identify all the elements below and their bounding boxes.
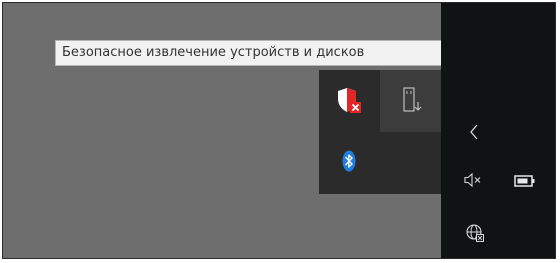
usb-safely-remove-icon xyxy=(398,86,424,116)
security-tray-button[interactable] xyxy=(319,70,380,132)
network-globe-icon[interactable] xyxy=(462,220,488,246)
screenshot-frame: Безопасное извлечение устройств и дисков xyxy=(2,2,556,259)
tooltip: Безопасное извлечение устройств и дисков xyxy=(55,40,442,66)
battery-icon[interactable] xyxy=(512,169,538,193)
tooltip-text: Безопасное извлечение устройств и дисков xyxy=(62,45,365,60)
taskbar-vertical xyxy=(441,3,555,258)
safely-remove-tray-button[interactable] xyxy=(380,70,441,132)
security-warning-icon xyxy=(335,84,363,118)
notification-overflow-flyout xyxy=(319,70,441,194)
chevron-left-icon[interactable] xyxy=(462,119,486,145)
bluetooth-tray-button[interactable] xyxy=(319,132,380,194)
bluetooth-icon xyxy=(339,148,359,174)
volume-muted-icon[interactable] xyxy=(461,168,487,192)
